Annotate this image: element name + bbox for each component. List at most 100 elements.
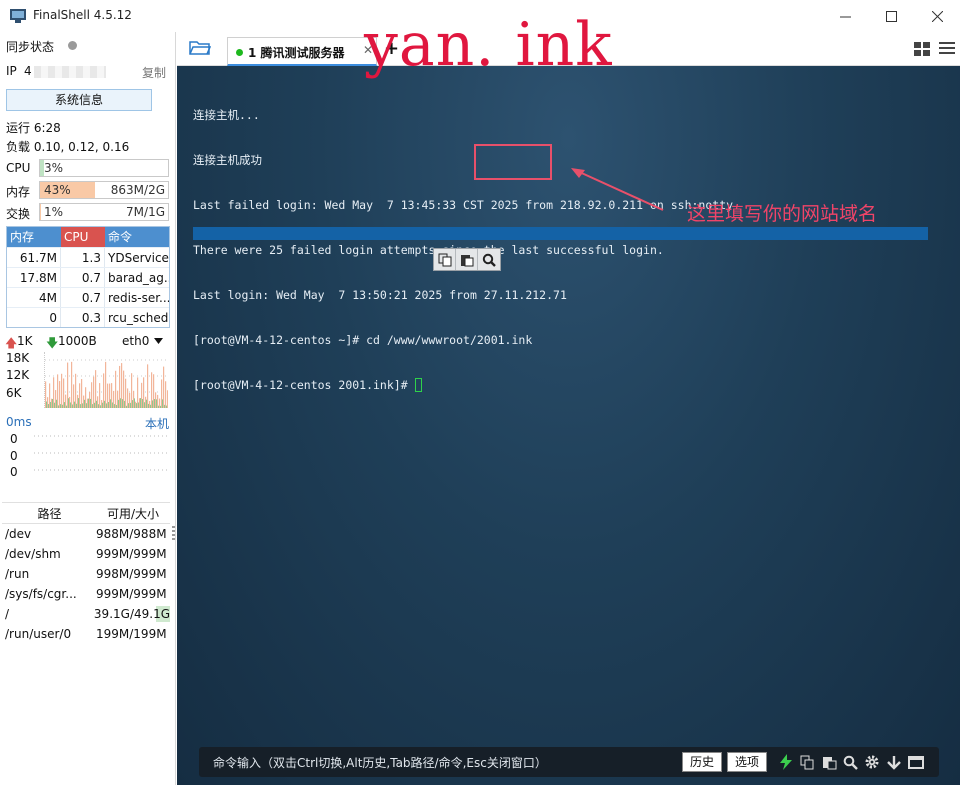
- table-row[interactable]: 0 0.3 rcu_sched: [7, 307, 169, 327]
- maximize-button[interactable]: [868, 0, 914, 32]
- gear-icon[interactable]: [863, 753, 881, 771]
- disk-size: 988M/988M: [94, 524, 170, 544]
- folder-icon[interactable]: [189, 40, 211, 56]
- swap-detail-text: 7M/1G: [126, 205, 165, 219]
- net-download-bar: [64, 402, 65, 408]
- net-download-bar: [78, 398, 79, 408]
- disk-size: 998M/999M: [94, 564, 170, 584]
- net-download-bar: [122, 399, 123, 408]
- copy-icon[interactable]: [798, 753, 816, 771]
- copy-button[interactable]: [434, 249, 456, 270]
- swap-percent-text: 1%: [44, 205, 64, 219]
- net-download-bar: [76, 403, 77, 408]
- table-row[interactable]: /dev/shm 999M/999M: [2, 544, 170, 564]
- col-header-cpu[interactable]: CPU: [61, 227, 105, 247]
- disk-size-text: 39.1G/49.1G: [93, 607, 170, 621]
- chevron-down-icon[interactable]: [154, 338, 163, 344]
- net-download-bar: [156, 399, 157, 408]
- history-button[interactable]: 历史: [682, 752, 723, 772]
- net-download-bar: [136, 403, 137, 408]
- net-download-bar: [142, 399, 143, 408]
- net-download-bar: [52, 398, 53, 408]
- copy-ip-link[interactable]: 复制: [142, 64, 166, 81]
- proc-cmd: YDService: [108, 251, 169, 265]
- table-row[interactable]: /sys/fs/cgr... 999M/999M: [2, 584, 170, 604]
- proc-mem: 0: [7, 308, 61, 327]
- ip-value: 4: [24, 64, 32, 78]
- net-download-bar: [134, 398, 135, 408]
- paste-button[interactable]: [456, 249, 478, 270]
- table-row[interactable]: /run 998M/999M: [2, 564, 170, 584]
- net-download-bar: [162, 399, 163, 408]
- terminal-line: [root@VM-4-12-centos ~]# cd /www/wwwroot…: [193, 333, 533, 347]
- net-download-bar: [130, 402, 131, 408]
- mem-percent-text: 43%: [44, 183, 71, 197]
- arrow-down-icon[interactable]: [885, 753, 903, 771]
- ping-host-link[interactable]: 本机: [145, 415, 169, 432]
- proc-cmd: barad_ag...: [108, 271, 169, 285]
- table-row[interactable]: / 39.1G/49.1G: [2, 604, 170, 624]
- table-row[interactable]: 4M 0.7 redis-ser...: [7, 287, 169, 307]
- net-download-bar: [166, 405, 167, 408]
- col-header-size[interactable]: 可用/大小: [94, 503, 170, 523]
- net-download-bar: [118, 399, 119, 408]
- net-download-bar: [124, 400, 125, 408]
- net-download-bar: [74, 401, 75, 408]
- connection-status-dot-icon: [236, 49, 243, 56]
- net-download-bar: [158, 405, 159, 408]
- net-download-bar: [94, 402, 95, 408]
- tab-server-1[interactable]: 1 腾讯测试服务器 ✕: [227, 37, 377, 66]
- grid-layout-icon[interactable]: [914, 42, 930, 56]
- search-icon[interactable]: [841, 753, 859, 771]
- net-download-bar: [58, 405, 59, 408]
- mem-meter: 43% 863M/2G: [39, 181, 169, 199]
- minimize-icon: [839, 16, 851, 17]
- command-input-bar[interactable]: 命令输入（双击Ctrl切换,Alt历史,Tab路径/命令,Esc关闭窗口） 历史…: [199, 747, 939, 777]
- net-download-bar: [148, 403, 149, 408]
- net-download-bar: [138, 402, 139, 408]
- col-header-path[interactable]: 路径: [2, 503, 94, 523]
- hamburger-menu-icon[interactable]: [939, 41, 955, 55]
- window-title: FinalShell 4.5.12: [33, 8, 132, 22]
- net-download-bar: [96, 400, 97, 408]
- net-download-bar: [164, 404, 165, 408]
- net-download-bar: [88, 398, 89, 408]
- net-download-bar: [90, 398, 91, 408]
- system-info-button[interactable]: 系统信息: [6, 89, 152, 111]
- net-upload-bar: [167, 390, 168, 408]
- col-header-mem[interactable]: 内存: [7, 227, 61, 247]
- net-upload-bar: [105, 361, 107, 408]
- cpu-meter: 3%: [39, 159, 169, 177]
- paste-icon: [460, 254, 473, 266]
- disk-path: /run/user/0: [5, 627, 72, 641]
- lightning-icon[interactable]: [777, 753, 795, 771]
- net-upload-bar: [71, 361, 73, 408]
- table-row[interactable]: 61.7M 1.3 YDService: [7, 247, 169, 267]
- paste-icon[interactable]: [820, 753, 838, 771]
- net-download-bar: [56, 399, 57, 408]
- close-window-button[interactable]: [914, 0, 960, 32]
- window-icon[interactable]: [907, 753, 925, 771]
- table-row[interactable]: /dev 988M/988M: [2, 524, 170, 544]
- command-input-placeholder[interactable]: 命令输入（双击Ctrl切换,Alt历史,Tab路径/命令,Esc关闭窗口）: [213, 754, 547, 771]
- disk-path: /: [5, 607, 10, 621]
- network-traffic-graph: [44, 352, 168, 408]
- table-row[interactable]: /run/user/0 199M/199M: [2, 624, 170, 644]
- search-button[interactable]: [478, 249, 500, 270]
- net-upload-bar: [99, 383, 101, 408]
- process-table-header: 内存 CPU 命令: [7, 227, 169, 247]
- proc-cpu: 0.3: [61, 308, 105, 327]
- terminal-area[interactable]: 连接主机... 连接主机成功 Last failed login: Wed Ma…: [177, 66, 960, 785]
- net-upload-bar: [75, 373, 77, 408]
- splitter-handle[interactable]: [172, 526, 175, 542]
- proc-cmd: redis-ser...: [108, 291, 169, 305]
- minimize-button[interactable]: [822, 0, 868, 32]
- floating-toolbar: [433, 248, 501, 271]
- network-interface-select[interactable]: eth0: [122, 334, 149, 348]
- uptime-text: 运行 6:28: [6, 121, 61, 135]
- close-icon: [931, 10, 943, 22]
- table-row[interactable]: 17.8M 0.7 barad_ag...: [7, 267, 169, 287]
- col-header-command[interactable]: 命令: [105, 227, 169, 247]
- options-button[interactable]: 选项: [727, 752, 768, 772]
- disk-size-text: 988M/988M: [96, 527, 167, 541]
